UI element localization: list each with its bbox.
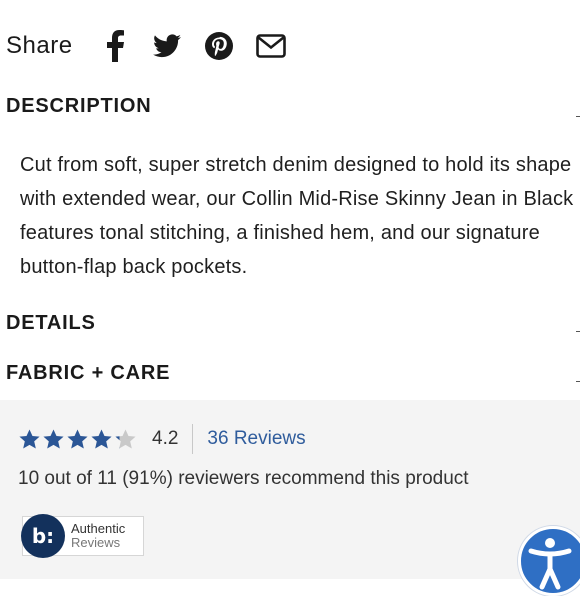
description-title: DESCRIPTION (6, 94, 152, 117)
accessibility-icon (528, 538, 572, 590)
star-icon (43, 428, 64, 449)
bazaarvoice-logo-icon: b: (21, 514, 65, 558)
share-label: Share (6, 32, 73, 59)
description-text: Cut from soft, super stretch denim desig… (20, 154, 574, 278)
badge-line-1: Authentic (71, 521, 126, 536)
rating-divider (192, 424, 194, 454)
badge-text: Authentic Reviews (71, 522, 125, 550)
details-header[interactable]: DETAILS (6, 309, 580, 337)
details-title: DETAILS (6, 311, 96, 334)
fabric-care-title: FABRIC + CARE (6, 361, 171, 384)
reviews-section: 4.2 36 Reviews 10 out of 11 (91%) review… (0, 400, 580, 579)
rating-number: 4.2 (152, 428, 179, 449)
badge-line-2: Reviews (71, 535, 121, 550)
facebook-icon[interactable] (97, 28, 133, 64)
star-icon (67, 428, 88, 449)
share-row: Share (6, 28, 305, 64)
authentic-reviews-badge[interactable]: b: Authentic Reviews (21, 514, 144, 558)
recommend-text: 10 out of 11 (91%) reviewers recommend t… (18, 468, 469, 489)
expand-toggle-icon[interactable] (576, 381, 580, 382)
accessibility-button[interactable] (518, 526, 580, 596)
fabric-care-header[interactable]: FABRIC + CARE (6, 359, 580, 387)
rating-row: 4.2 36 Reviews (18, 422, 306, 456)
email-icon[interactable] (253, 28, 289, 64)
reviews-count-link[interactable]: 36 Reviews (207, 428, 305, 450)
description-header[interactable]: DESCRIPTION (6, 92, 580, 120)
star-icon (91, 428, 112, 449)
collapse-toggle-icon[interactable] (576, 116, 580, 117)
pinterest-icon[interactable] (201, 28, 237, 64)
star-icon (19, 428, 40, 449)
star-rating (18, 428, 138, 451)
expand-toggle-icon[interactable] (576, 331, 580, 332)
star-icon (115, 428, 136, 449)
twitter-icon[interactable] (149, 28, 185, 64)
